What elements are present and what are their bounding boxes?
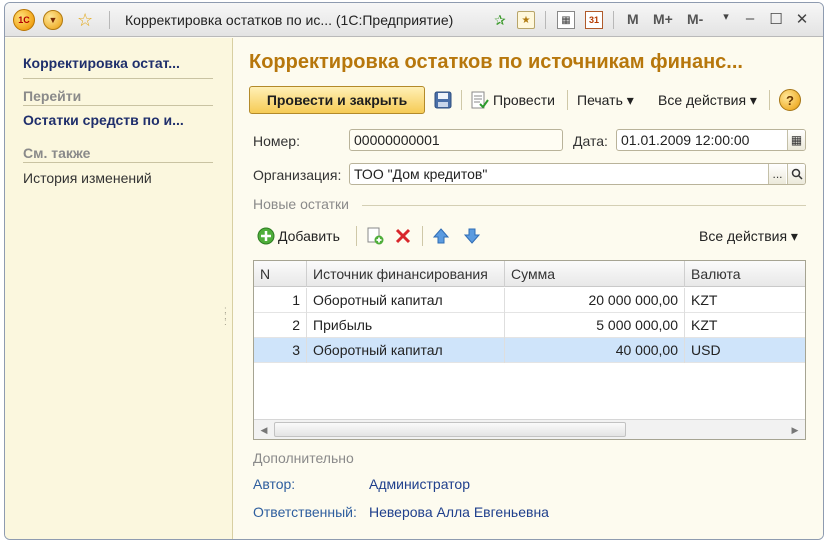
nav-current-form[interactable]: Корректировка остат... bbox=[23, 55, 180, 71]
author-value[interactable]: Администратор bbox=[369, 476, 470, 492]
responsible-label: Ответственный: bbox=[253, 504, 357, 520]
title-separator bbox=[545, 11, 546, 29]
group-divider bbox=[362, 205, 806, 206]
all-actions-menu-button[interactable]: Все действия ▾ bbox=[658, 92, 757, 109]
calculator-icon[interactable]: ▦ bbox=[557, 11, 575, 29]
column-header-sum[interactable]: Сумма bbox=[505, 261, 685, 287]
title-separator bbox=[109, 11, 110, 29]
number-field[interactable]: 00000000001 bbox=[349, 129, 563, 151]
memory-minus-button[interactable]: M- bbox=[687, 11, 703, 27]
nav-see-also-header: См. также bbox=[23, 145, 91, 161]
toolbar-separator bbox=[567, 90, 568, 110]
calendar-icon[interactable]: 31 bbox=[585, 11, 603, 29]
app-window: 1С ▼ ☆ Корректировка остатков по ис... (… bbox=[4, 2, 824, 540]
toolbar-separator bbox=[422, 226, 423, 246]
toolbar-separator bbox=[356, 226, 357, 246]
move-up-icon[interactable] bbox=[431, 226, 451, 246]
add-icon[interactable] bbox=[256, 226, 276, 246]
delete-row-icon[interactable] bbox=[394, 227, 412, 245]
cell-source: Оборотный капитал bbox=[307, 288, 505, 313]
main-menu-button[interactable]: ▼ bbox=[43, 10, 63, 30]
nav-divider bbox=[23, 162, 213, 163]
memory-m-button[interactable]: M bbox=[627, 11, 639, 27]
nav-goto-header: Перейти bbox=[23, 88, 82, 104]
cell-n: 2 bbox=[254, 313, 307, 338]
panel-splitter-handle[interactable]: ::: bbox=[224, 306, 230, 338]
post-and-close-button[interactable]: Провести и закрыть bbox=[249, 86, 425, 114]
table-row-selected[interactable]: 3 Оборотный капитал 40 000,00 USD bbox=[254, 338, 805, 363]
table-all-actions-menu-button[interactable]: Все действия ▾ bbox=[699, 228, 798, 245]
calendar-picker-icon[interactable]: ▦ bbox=[787, 130, 805, 150]
cell-sum: 5 000 000,00 bbox=[505, 313, 685, 338]
minimize-icon[interactable]: – bbox=[741, 10, 759, 27]
organization-value: ТОО "Дом кредитов" bbox=[354, 166, 488, 182]
scroll-left-icon[interactable]: ◀ bbox=[256, 422, 272, 438]
table-row[interactable]: 2 Прибыль 5 000 000,00 KZT bbox=[254, 313, 805, 338]
memory-plus-button[interactable]: M+ bbox=[653, 11, 673, 27]
organization-label: Организация: bbox=[253, 167, 342, 183]
scrollbar-thumb[interactable] bbox=[274, 422, 626, 437]
nav-divider bbox=[23, 78, 213, 79]
form-title: Корректировка остатков по источникам фин… bbox=[249, 51, 743, 73]
column-header-currency[interactable]: Валюта bbox=[685, 261, 805, 287]
post-button[interactable]: Провести bbox=[493, 92, 555, 108]
additional-group-title: Дополнительно bbox=[253, 450, 354, 466]
add-row-button[interactable]: Добавить bbox=[278, 228, 340, 244]
date-field[interactable]: 01.01.2009 12:00:00 ▦ bbox=[616, 129, 806, 151]
app-logo-icon[interactable]: 1С bbox=[13, 9, 35, 31]
balances-table[interactable]: N Источник финансирования Сумма Валюта 1… bbox=[253, 260, 806, 440]
help-button[interactable]: ? bbox=[779, 89, 801, 111]
organization-field[interactable]: ТОО "Дом кредитов" ... bbox=[349, 163, 806, 185]
document-form: Корректировка остатков по источникам фин… bbox=[234, 38, 823, 539]
cell-currency: USD bbox=[691, 342, 721, 358]
horizontal-scrollbar[interactable]: ◀ ▶ bbox=[254, 419, 805, 439]
maximize-icon[interactable]: ☐ bbox=[767, 10, 785, 28]
nav-item-balances[interactable]: Остатки средств по и... bbox=[23, 112, 184, 128]
table-row[interactable]: 1 Оборотный капитал 20 000 000,00 KZT bbox=[254, 288, 805, 313]
favorites-star-icon[interactable]: ☆ bbox=[77, 10, 93, 30]
close-icon[interactable]: ✕ bbox=[793, 10, 811, 28]
print-menu-button[interactable]: Печать ▾ bbox=[577, 92, 634, 109]
add-favorite-icon[interactable]: ✰ bbox=[491, 11, 509, 29]
cell-source: Прибыль bbox=[307, 313, 505, 338]
author-label: Автор: bbox=[253, 476, 296, 492]
search-icon[interactable] bbox=[787, 164, 805, 184]
date-label: Дата: bbox=[573, 133, 608, 149]
cell-currency: KZT bbox=[691, 292, 718, 308]
organization-select-button[interactable]: ... bbox=[768, 164, 786, 184]
title-bar: 1С ▼ ☆ Корректировка остатков по ис... (… bbox=[5, 3, 823, 37]
window-title: Корректировка остатков по ис... (1С:Пред… bbox=[125, 12, 454, 28]
cell-n: 3 bbox=[254, 338, 307, 363]
chevron-down-icon[interactable]: ▾ bbox=[717, 10, 735, 23]
form-command-bar: Провести и закрыть Провести Печать ▾ Все… bbox=[249, 86, 809, 114]
new-balances-group-title: Новые остатки bbox=[253, 196, 349, 212]
cell-sum: 40 000,00 bbox=[505, 338, 685, 363]
date-value: 01.01.2009 12:00:00 bbox=[621, 132, 750, 148]
cell-sum: 20 000 000,00 bbox=[505, 288, 685, 313]
move-down-icon[interactable] bbox=[462, 226, 482, 246]
scroll-right-icon[interactable]: ▶ bbox=[787, 422, 803, 438]
post-document-icon[interactable] bbox=[469, 90, 489, 110]
column-header-n[interactable]: N bbox=[254, 261, 307, 287]
nav-item-history[interactable]: История изменений bbox=[23, 170, 152, 186]
number-label: Номер: bbox=[253, 133, 300, 149]
save-icon[interactable] bbox=[433, 90, 453, 110]
table-header: N Источник финансирования Сумма Валюта bbox=[254, 261, 805, 287]
cell-source: Оборотный капитал bbox=[307, 338, 505, 363]
title-separator bbox=[613, 11, 614, 29]
bookmark-icon[interactable]: ★ bbox=[517, 11, 535, 29]
navigation-panel: Корректировка остат... Перейти Остатки с… bbox=[5, 38, 233, 539]
toolbar-separator bbox=[769, 90, 770, 110]
column-header-source[interactable]: Источник финансирования bbox=[307, 261, 505, 287]
cell-currency: KZT bbox=[691, 317, 718, 333]
toolbar-separator bbox=[461, 90, 462, 110]
nav-divider bbox=[23, 105, 213, 106]
responsible-value[interactable]: Неверова Алла Евгеньевна bbox=[369, 504, 549, 520]
copy-row-icon[interactable] bbox=[365, 226, 385, 246]
cell-n: 1 bbox=[254, 288, 307, 313]
